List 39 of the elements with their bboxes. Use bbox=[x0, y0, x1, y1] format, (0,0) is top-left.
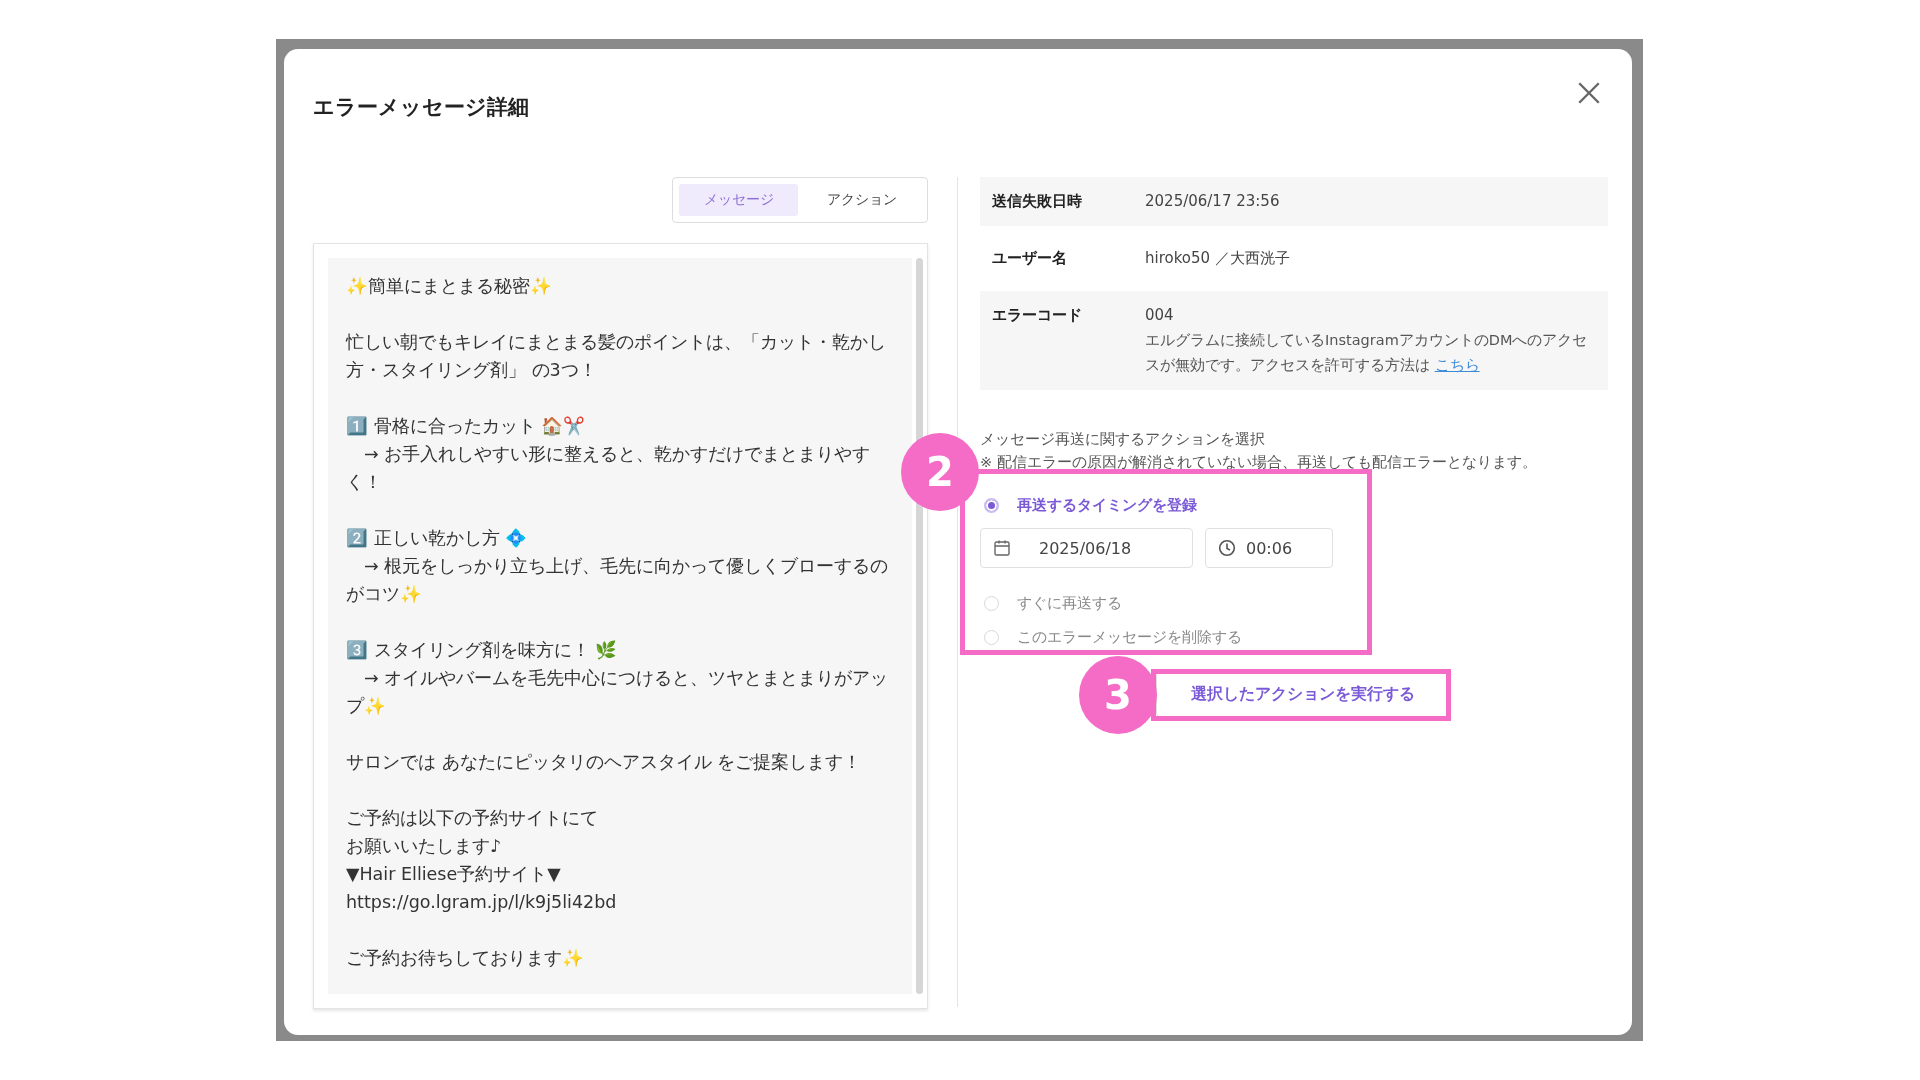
message-line: サロンでは あなたにピッタリのヘアスタイル をご提案します！ bbox=[346, 751, 863, 774]
radio-button[interactable] bbox=[984, 497, 999, 513]
message-line: 3⃣ スタイリング剤を味方に！ 🌿 bbox=[346, 639, 619, 662]
message-line: ▼Hair Elliese予約サイト▼ bbox=[346, 863, 562, 886]
detail-value: 004 bbox=[1145, 305, 1175, 326]
detail-label: エラーコード bbox=[992, 305, 1083, 326]
step-badge: 2 bbox=[901, 433, 979, 511]
error-description: エルグラムに接続しているInstagramアカウントのDMへのアクセスが無効です。アクセスを許可する方法は こちら bbox=[1145, 331, 1589, 375]
tab[interactable]: アクション bbox=[802, 184, 921, 216]
message-line: 忙しい朝でもキレイにまとまる髪のポイントは、「カット・乾かし方・スタイリング剤」 の3つ！ bbox=[346, 331, 887, 382]
message-line: ✨簡単にまとまる秘密✨ bbox=[346, 275, 553, 298]
close-icon[interactable] bbox=[1576, 80, 1602, 106]
calendar-icon bbox=[993, 539, 1011, 557]
message-line: → 根元をしっかり立ち上げ、毛先に向かって優しくブローするのがコツ✨ bbox=[346, 555, 890, 606]
message-line: ご予約は以下の予約サイトにて bbox=[346, 807, 599, 830]
detail-value: hiroko50 ／大西洸子 bbox=[1145, 248, 1290, 269]
message-line: → オイルやバームを毛先中心につけると、ツヤとまとまりがアップ✨ bbox=[346, 667, 890, 718]
detail-value: 2025/06/17 23:56 bbox=[1145, 191, 1280, 212]
detail-label: ユーザー名 bbox=[992, 248, 1068, 269]
message-line: 2⃣ 正しい乾かし方 💠 bbox=[346, 527, 529, 550]
message-line: 1⃣ 骨格に合ったカット 🏠✂ bbox=[346, 415, 587, 438]
step-badge: 3 bbox=[1079, 656, 1157, 734]
time-value: 00:06 bbox=[1246, 537, 1293, 560]
option-label[interactable]: すぐに再送する bbox=[1017, 591, 1122, 615]
dialog-title: エラーメッセージ詳細 bbox=[313, 94, 529, 121]
help-link[interactable]: こちら bbox=[1434, 357, 1480, 373]
message-line: お願いいたします♪ bbox=[346, 835, 503, 858]
date-field[interactable]: 2025/06/18 bbox=[980, 528, 1193, 568]
time-field[interactable]: 00:06 bbox=[1205, 528, 1333, 568]
message-line: → お手入れしやすい形に整えると、乾かすだけでまとまりやすく！ bbox=[346, 443, 872, 494]
clock-icon bbox=[1218, 539, 1236, 557]
detail-label: 送信失敗日時 bbox=[992, 191, 1083, 212]
option-label[interactable]: このエラーメッセージを削除する bbox=[1017, 625, 1242, 649]
option-label[interactable]: 再送するタイミングを登録 bbox=[1017, 493, 1197, 517]
action-heading: メッセージ再送に関するアクションを選択 bbox=[980, 430, 1266, 449]
date-value: 2025/06/18 bbox=[1039, 537, 1132, 560]
tab[interactable]: メッセージ bbox=[679, 184, 798, 216]
message-line: https://go.lgram.jp/l/k9j5li42bd bbox=[346, 891, 618, 914]
message-line: ご予約お待ちしております✨ bbox=[346, 947, 585, 970]
